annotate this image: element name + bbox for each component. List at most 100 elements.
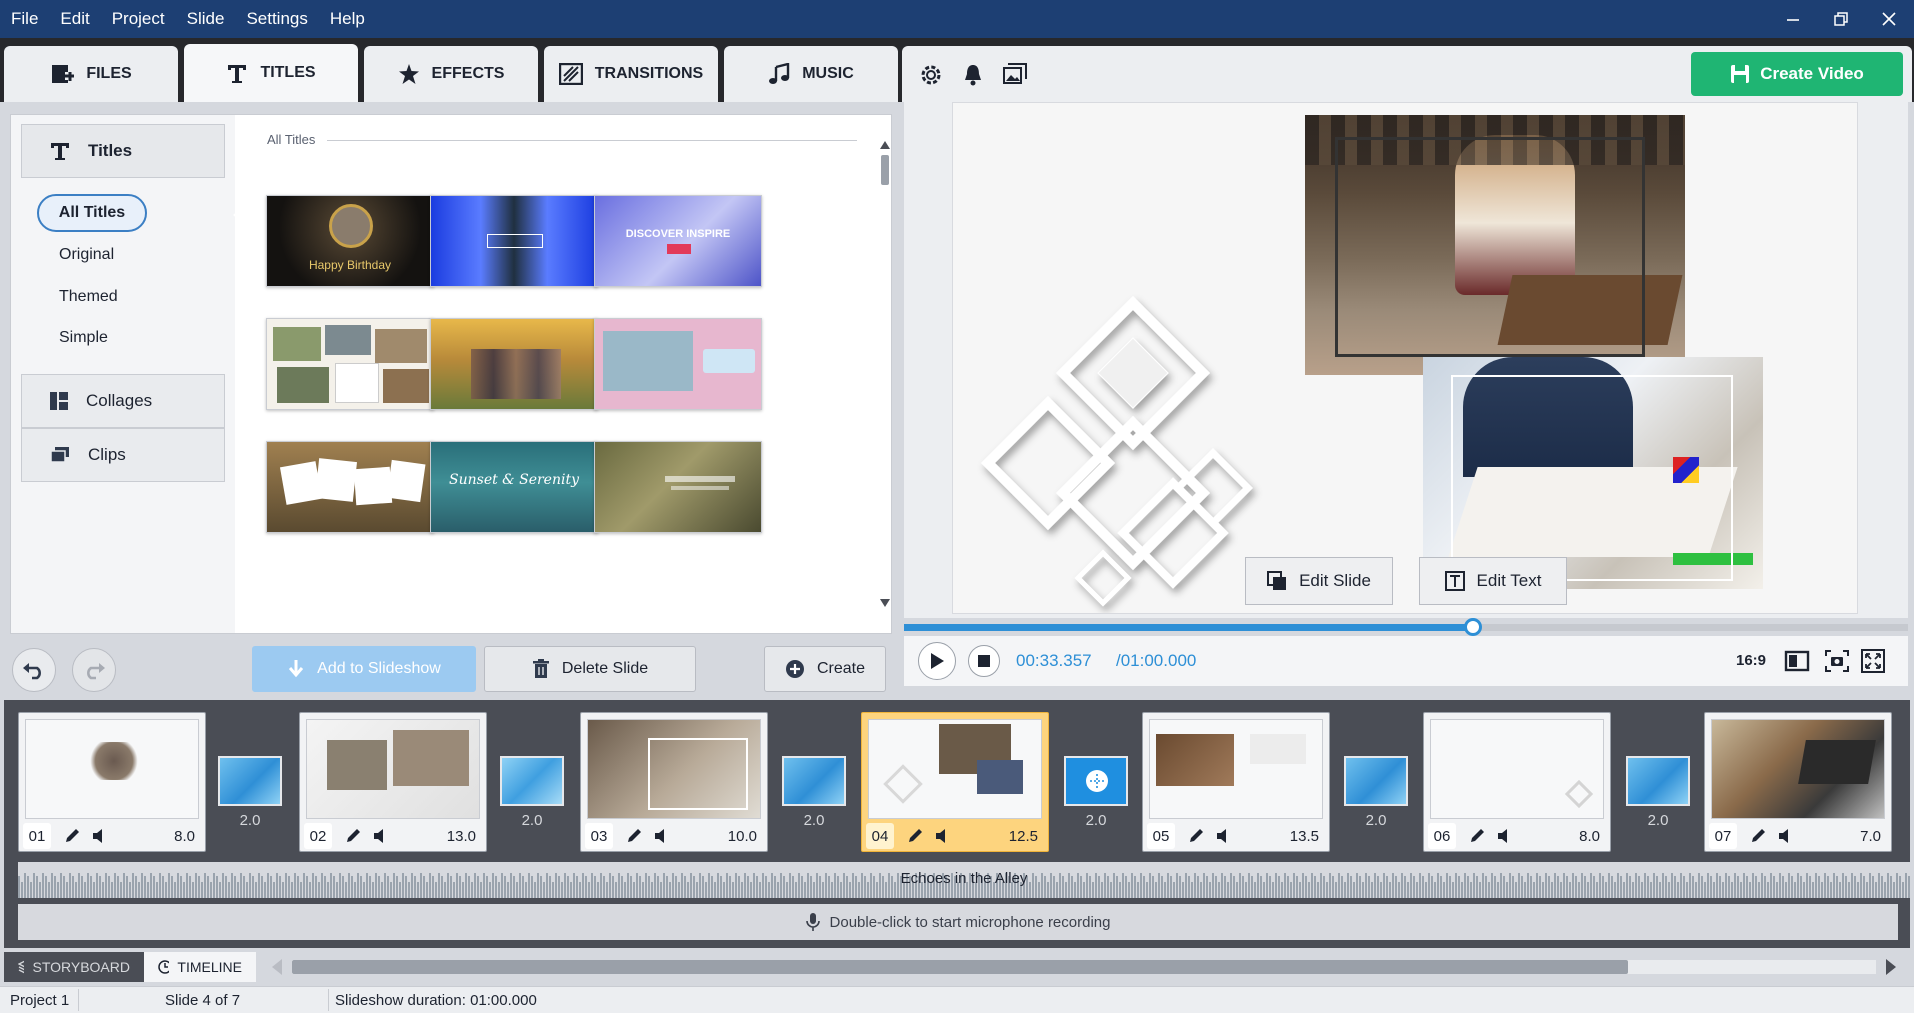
thumb-caption: Happy Birthday (308, 258, 392, 272)
slide-preview-canvas[interactable]: Edit Slide Edit Text (952, 102, 1858, 614)
close-button[interactable] (1866, 0, 1912, 38)
slide-02[interactable]: 02 13.0 (299, 712, 487, 852)
subitem-simple[interactable]: Simple (59, 329, 108, 347)
timeline-view-tab[interactable]: TIMELINE (144, 952, 256, 982)
playback-progress-bar[interactable] (904, 624, 1908, 631)
slide-06[interactable]: 06 8.0 (1423, 712, 1611, 852)
bell-icon[interactable] (960, 62, 986, 88)
menu-edit[interactable]: Edit (49, 0, 100, 38)
title-thumb-landscape[interactable] (594, 441, 762, 533)
volume-icon[interactable] (934, 827, 952, 845)
storyboard-scrollbar[interactable] (292, 960, 1876, 974)
delete-slide-button[interactable]: Delete Slide (484, 646, 696, 692)
status-divider (328, 989, 329, 1011)
menu-slide[interactable]: Slide (176, 0, 236, 38)
stop-button[interactable] (968, 645, 1000, 677)
title-thumb-pink[interactable] (594, 318, 762, 410)
edit-slide-icon (1267, 571, 1287, 590)
pencil-icon[interactable] (625, 827, 643, 845)
transition-1[interactable] (218, 756, 282, 806)
minimize-button[interactable] (1770, 0, 1816, 38)
timeline-view-label: TIMELINE (177, 959, 242, 975)
progress-handle[interactable] (1464, 618, 1483, 636)
pencil-icon[interactable] (1468, 827, 1486, 845)
title-thumb-family-field[interactable] (430, 318, 598, 410)
gear-icon[interactable] (918, 62, 944, 88)
scrollbar-thumb[interactable] (292, 960, 1628, 974)
tab-transitions[interactable]: TRANSITIONS (544, 46, 718, 102)
volume-icon[interactable] (91, 827, 109, 845)
scroll-right-icon[interactable] (1884, 958, 1898, 976)
slide-04[interactable]: 04 12.5 (861, 712, 1049, 852)
current-time: 00:33.357 (1016, 651, 1092, 670)
audio-track[interactable]: Echoes in the Alley (18, 862, 1910, 898)
progress-fill (904, 624, 1474, 631)
menu-settings[interactable]: Settings (235, 0, 318, 38)
transition-5[interactable] (1344, 756, 1408, 806)
subitem-all-titles[interactable]: All Titles (37, 194, 147, 232)
tab-files[interactable]: FILES (4, 46, 178, 102)
category-titles[interactable]: Titles (21, 124, 225, 178)
menu-project[interactable]: Project (101, 0, 176, 38)
menu-help[interactable]: Help (319, 0, 376, 38)
library-scrollbar[interactable] (879, 139, 891, 609)
diamond-shapes-graphic (980, 295, 1253, 607)
tab-effects[interactable]: EFFECTS (364, 46, 538, 102)
transition-2[interactable] (500, 756, 564, 806)
redo-button[interactable] (72, 648, 116, 692)
storyboard-view-tab[interactable]: STORYBOARD (4, 952, 144, 982)
transition-3[interactable] (782, 756, 846, 806)
slide-duration: 12.5 (1008, 828, 1038, 845)
create-video-button[interactable]: Create Video (1691, 52, 1903, 96)
transition-6[interactable] (1626, 756, 1690, 806)
scroll-left-icon[interactable] (270, 958, 284, 976)
images-icon[interactable] (1002, 62, 1028, 88)
pencil-icon[interactable] (1187, 827, 1205, 845)
add-to-slideshow-button[interactable]: Add to Slideshow (252, 646, 476, 692)
pencil-icon[interactable] (1749, 827, 1767, 845)
category-collages[interactable]: Collages (21, 374, 225, 428)
slide-05[interactable]: 05 13.5 (1142, 712, 1330, 852)
subitem-original[interactable]: Original (59, 246, 114, 264)
title-thumb-birthday[interactable]: Happy Birthday (266, 195, 434, 287)
title-thumb-discover[interactable]: DISCOVER INSPIRE (594, 195, 762, 287)
restore-button[interactable] (1818, 0, 1864, 38)
snapshot-icon[interactable] (1824, 648, 1850, 674)
slide-thumbnail (1430, 719, 1604, 819)
tab-titles[interactable]: TITLES (184, 44, 358, 102)
slide-03[interactable]: 03 10.0 (580, 712, 768, 852)
title-thumb-blue[interactable] (430, 195, 598, 287)
slide-thumbnail (868, 719, 1042, 819)
slide-01[interactable]: 01 8.0 (18, 712, 206, 852)
volume-icon[interactable] (372, 827, 390, 845)
restore-icon (1834, 12, 1848, 26)
slide-07[interactable]: 07 7.0 (1704, 712, 1892, 852)
title-thumb-sunset[interactable]: Sunset & Serenity (430, 441, 598, 533)
pencil-icon[interactable] (906, 827, 924, 845)
transition-4[interactable] (1064, 756, 1128, 806)
trash-icon (532, 659, 549, 678)
pencil-icon[interactable] (344, 827, 362, 845)
library-panel: Titles All Titles Original Themed Simple… (10, 114, 892, 634)
create-button[interactable]: Create (764, 646, 886, 692)
subitem-themed[interactable]: Themed (59, 288, 118, 306)
panel-layout-icon[interactable] (1784, 648, 1810, 674)
undo-button[interactable] (12, 648, 56, 692)
microphone-track[interactable]: Double-click to start microphone recordi… (18, 904, 1898, 940)
edit-text-button[interactable]: Edit Text (1419, 557, 1567, 605)
tab-bar: FILES TITLES EFFECTS TRANSITIONS MUSIC (0, 38, 1914, 102)
title-thumb-polaroids[interactable] (266, 441, 434, 533)
volume-icon[interactable] (653, 827, 671, 845)
pencil-icon[interactable] (63, 827, 81, 845)
aspect-ratio-button[interactable]: 16:9 (1736, 652, 1766, 669)
tab-music[interactable]: MUSIC (724, 46, 898, 102)
category-clips[interactable]: Clips (21, 428, 225, 482)
title-thumb-collage-family[interactable] (266, 318, 434, 410)
volume-icon[interactable] (1496, 827, 1514, 845)
volume-icon[interactable] (1215, 827, 1233, 845)
menu-file[interactable]: File (0, 0, 49, 38)
edit-slide-button[interactable]: Edit Slide (1245, 557, 1393, 605)
volume-icon[interactable] (1777, 827, 1795, 845)
fullscreen-icon[interactable] (1860, 648, 1886, 674)
play-button[interactable] (918, 642, 956, 680)
